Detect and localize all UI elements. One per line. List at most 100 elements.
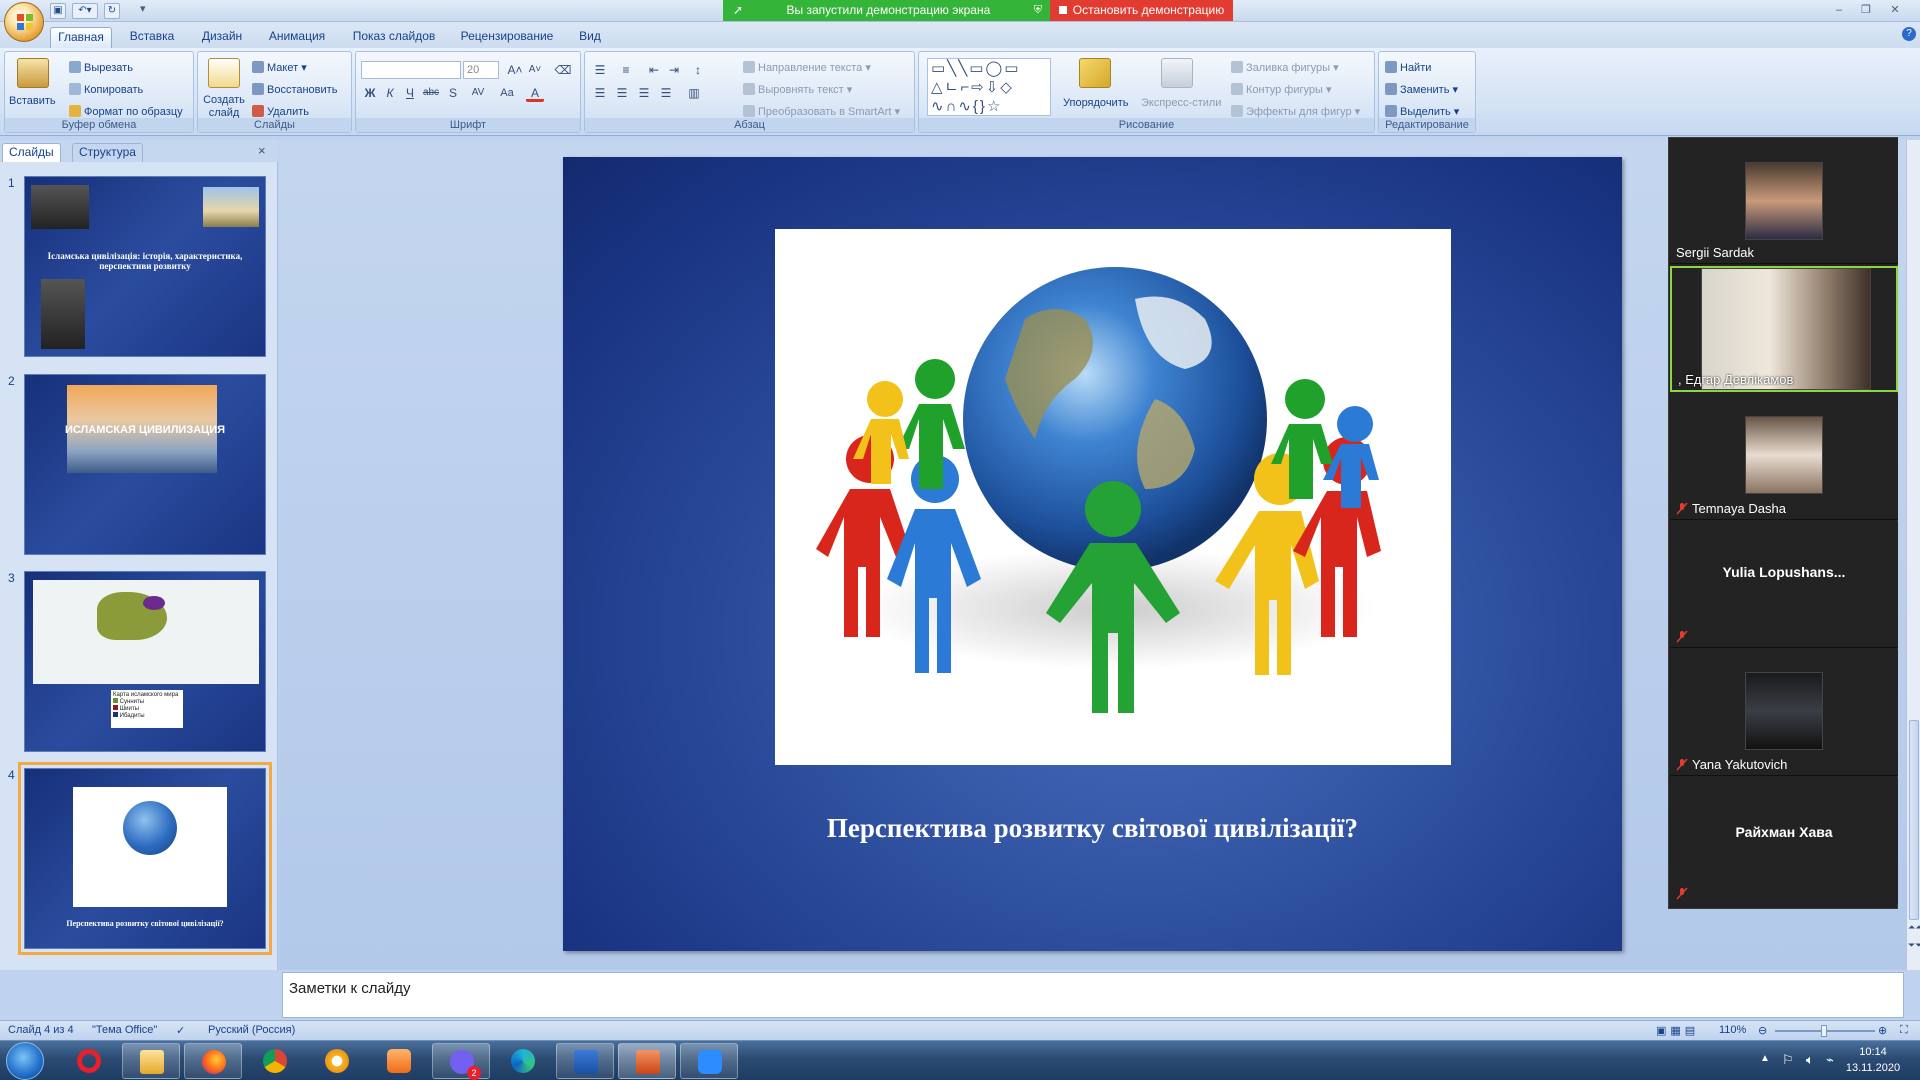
tab-slideshow[interactable]: Показ слайдов bbox=[344, 27, 444, 48]
notes-pane[interactable]: Заметки к слайду bbox=[282, 972, 1904, 1018]
shapes-gallery[interactable]: ▭╲╲▭◯▭ △ㄴ⌐⇨⇩◇ ∿∩∿{}☆ bbox=[927, 58, 1051, 116]
grow-font-icon[interactable]: A˄ bbox=[506, 61, 524, 79]
vertical-scrollbar[interactable]: ⏶⏶ ⏷⏷ bbox=[1906, 140, 1920, 970]
new-slide-button[interactable]: Создать слайд bbox=[200, 94, 248, 120]
slide-thumbnail-2[interactable]: ИСЛАМСКАЯ ЦИВИЛИЗАЦИЯ bbox=[24, 374, 266, 555]
stop-share-button[interactable]: Остановить демонстрацию bbox=[1050, 0, 1233, 21]
zoom-slider[interactable] bbox=[1775, 1025, 1875, 1037]
font-color-button[interactable]: A bbox=[526, 84, 544, 102]
shrink-font-icon[interactable]: A˅ bbox=[526, 61, 544, 79]
justify-icon[interactable]: ☰ bbox=[657, 84, 675, 102]
tab-review[interactable]: Рецензирование bbox=[452, 27, 562, 48]
font-family-field[interactable] bbox=[361, 61, 461, 79]
action-center-icon[interactable]: ⚐ bbox=[1782, 1052, 1794, 1068]
spellcheck-icon[interactable]: ✓ bbox=[176, 1024, 185, 1037]
slide-thumbnail-3[interactable]: Карта исламского мира Сунниты Шииты Ибад… bbox=[24, 571, 266, 752]
show-hidden-icons[interactable]: ▲ bbox=[1760, 1053, 1770, 1064]
align-center-icon[interactable]: ☰ bbox=[613, 84, 631, 102]
bold-button[interactable]: Ж bbox=[361, 84, 379, 102]
increase-indent-icon[interactable]: ⇥ bbox=[665, 61, 683, 79]
clear-format-icon[interactable]: ⌫ bbox=[554, 61, 572, 79]
layout-button[interactable]: Макет ▾ bbox=[252, 61, 307, 75]
font-size-field[interactable]: 20 bbox=[463, 61, 499, 79]
format-painter-button[interactable]: Формат по образцу bbox=[69, 105, 183, 119]
language[interactable]: Русский (Россия) bbox=[208, 1024, 295, 1036]
columns-icon[interactable]: ▥ bbox=[685, 84, 703, 102]
char-spacing-button[interactable]: AV bbox=[466, 84, 490, 102]
participant-tile[interactable]: Yulia Lopushans... bbox=[1670, 522, 1898, 648]
tab-animation[interactable]: Анимация bbox=[260, 27, 334, 48]
tab-outline[interactable]: Структура bbox=[72, 143, 143, 162]
maximize-button[interactable]: ❐ bbox=[1853, 2, 1879, 18]
participant-tile[interactable]: Temnaya Dasha bbox=[1670, 394, 1898, 520]
undo-icon[interactable]: ↶▾ bbox=[72, 3, 98, 19]
tab-slides[interactable]: Слайды bbox=[2, 143, 61, 162]
participant-tile[interactable]: Sergii Sardak bbox=[1670, 138, 1898, 264]
reset-button[interactable]: Восстановить bbox=[252, 83, 337, 97]
prev-slide-icon[interactable]: ⏶⏶ bbox=[1908, 922, 1920, 933]
paste-button[interactable]: Вставить bbox=[9, 94, 56, 108]
bullets-icon[interactable]: ☰ bbox=[591, 61, 609, 79]
zoom-out-icon[interactable]: ⊖ bbox=[1758, 1024, 1767, 1037]
decrease-indent-icon[interactable]: ⇤ bbox=[645, 61, 663, 79]
smartart-button[interactable]: Преобразовать в SmartArt ▾ bbox=[743, 105, 900, 119]
close-panel-icon[interactable]: × bbox=[258, 143, 266, 158]
taskbar-chrome[interactable] bbox=[246, 1043, 304, 1079]
slide-thumbnail-4[interactable]: Перспектива розвитку світової цивілізаці… bbox=[18, 762, 272, 955]
fit-window-icon[interactable]: ⛶ bbox=[1900, 1024, 1908, 1037]
theme-name[interactable]: "Тема Office" bbox=[92, 1024, 157, 1036]
tab-home[interactable]: Главная bbox=[50, 27, 112, 48]
align-left-icon[interactable]: ☰ bbox=[591, 84, 609, 102]
replace-button[interactable]: Заменить ▾ bbox=[1385, 83, 1458, 97]
slide-picture[interactable] bbox=[775, 229, 1451, 765]
minimize-button[interactable]: ‒ bbox=[1826, 2, 1852, 18]
strikethrough-button[interactable]: abc bbox=[422, 84, 440, 102]
zoom-in-icon[interactable]: ⊕ bbox=[1878, 1024, 1887, 1037]
italic-button[interactable]: К bbox=[381, 84, 399, 102]
taskbar-viber[interactable]: 2 bbox=[432, 1043, 490, 1080]
zoom-slider-thumb[interactable] bbox=[1821, 1025, 1827, 1037]
volume-icon[interactable]: 🔈︎ bbox=[1806, 1052, 1814, 1068]
network-icon[interactable]: ⌁ bbox=[1826, 1052, 1834, 1068]
participant-tile[interactable]: Yana Yakutovich bbox=[1670, 650, 1898, 776]
help-icon[interactable]: ? bbox=[1902, 27, 1916, 41]
shape-fill-button[interactable]: Заливка фигуры ▾ bbox=[1231, 61, 1339, 75]
system-clock[interactable]: 10:14 13.11.2020 bbox=[1838, 1044, 1908, 1076]
view-buttons[interactable]: ▣▦▤ bbox=[1656, 1024, 1699, 1037]
underline-button[interactable]: Ч bbox=[401, 84, 419, 102]
close-button[interactable]: ✕ bbox=[1882, 2, 1908, 18]
taskbar-zoom[interactable] bbox=[680, 1043, 738, 1079]
copy-button[interactable]: Копировать bbox=[69, 83, 143, 97]
text-direction-button[interactable]: Направление текста ▾ bbox=[743, 61, 871, 75]
align-right-icon[interactable]: ☰ bbox=[635, 84, 653, 102]
taskbar-app-yellow[interactable] bbox=[308, 1043, 366, 1079]
tab-insert[interactable]: Вставка bbox=[120, 27, 184, 48]
shape-effects-button[interactable]: Эффекты для фигур ▾ bbox=[1231, 105, 1360, 119]
taskbar-firefox[interactable] bbox=[184, 1043, 242, 1079]
save-icon[interactable]: ▣ bbox=[50, 3, 66, 19]
line-spacing-icon[interactable]: ↕ bbox=[689, 61, 707, 79]
taskbar-explorer[interactable] bbox=[122, 1043, 180, 1079]
cut-button[interactable]: Вырезать bbox=[69, 61, 133, 75]
redo-icon[interactable]: ↻ bbox=[104, 3, 120, 19]
align-text-button[interactable]: Выровнять текст ▾ bbox=[743, 83, 852, 97]
delete-slide-button[interactable]: Удалить bbox=[252, 105, 309, 119]
slide-thumbnail-1[interactable]: Ісламська цивілізація: історія, характер… bbox=[24, 176, 266, 357]
change-case-button[interactable]: Aa bbox=[496, 84, 518, 102]
slide-title[interactable]: Перспектива розвитку світової цивілізаці… bbox=[563, 808, 1622, 848]
arrange-button[interactable]: Упорядочить bbox=[1063, 96, 1128, 110]
participant-tile[interactable]: Райхман Хава bbox=[1670, 778, 1898, 904]
shape-outline-button[interactable]: Контур фигуры ▾ bbox=[1231, 83, 1332, 97]
taskbar-edge[interactable] bbox=[494, 1043, 552, 1079]
taskbar-media-player[interactable] bbox=[370, 1043, 428, 1079]
taskbar-word[interactable] bbox=[556, 1043, 614, 1079]
tab-design[interactable]: Дизайн bbox=[192, 27, 252, 48]
office-button[interactable] bbox=[4, 2, 44, 42]
zoom-level[interactable]: 110% bbox=[1719, 1024, 1746, 1036]
quick-styles-button[interactable]: Экспресс-стили bbox=[1141, 96, 1221, 110]
taskbar-powerpoint[interactable] bbox=[618, 1043, 676, 1079]
find-button[interactable]: Найти bbox=[1385, 61, 1431, 75]
participant-tile[interactable]: , Едгар Девлікамов bbox=[1670, 266, 1898, 392]
tab-view[interactable]: Вид bbox=[570, 27, 610, 48]
select-button[interactable]: Выделить ▾ bbox=[1385, 105, 1459, 119]
